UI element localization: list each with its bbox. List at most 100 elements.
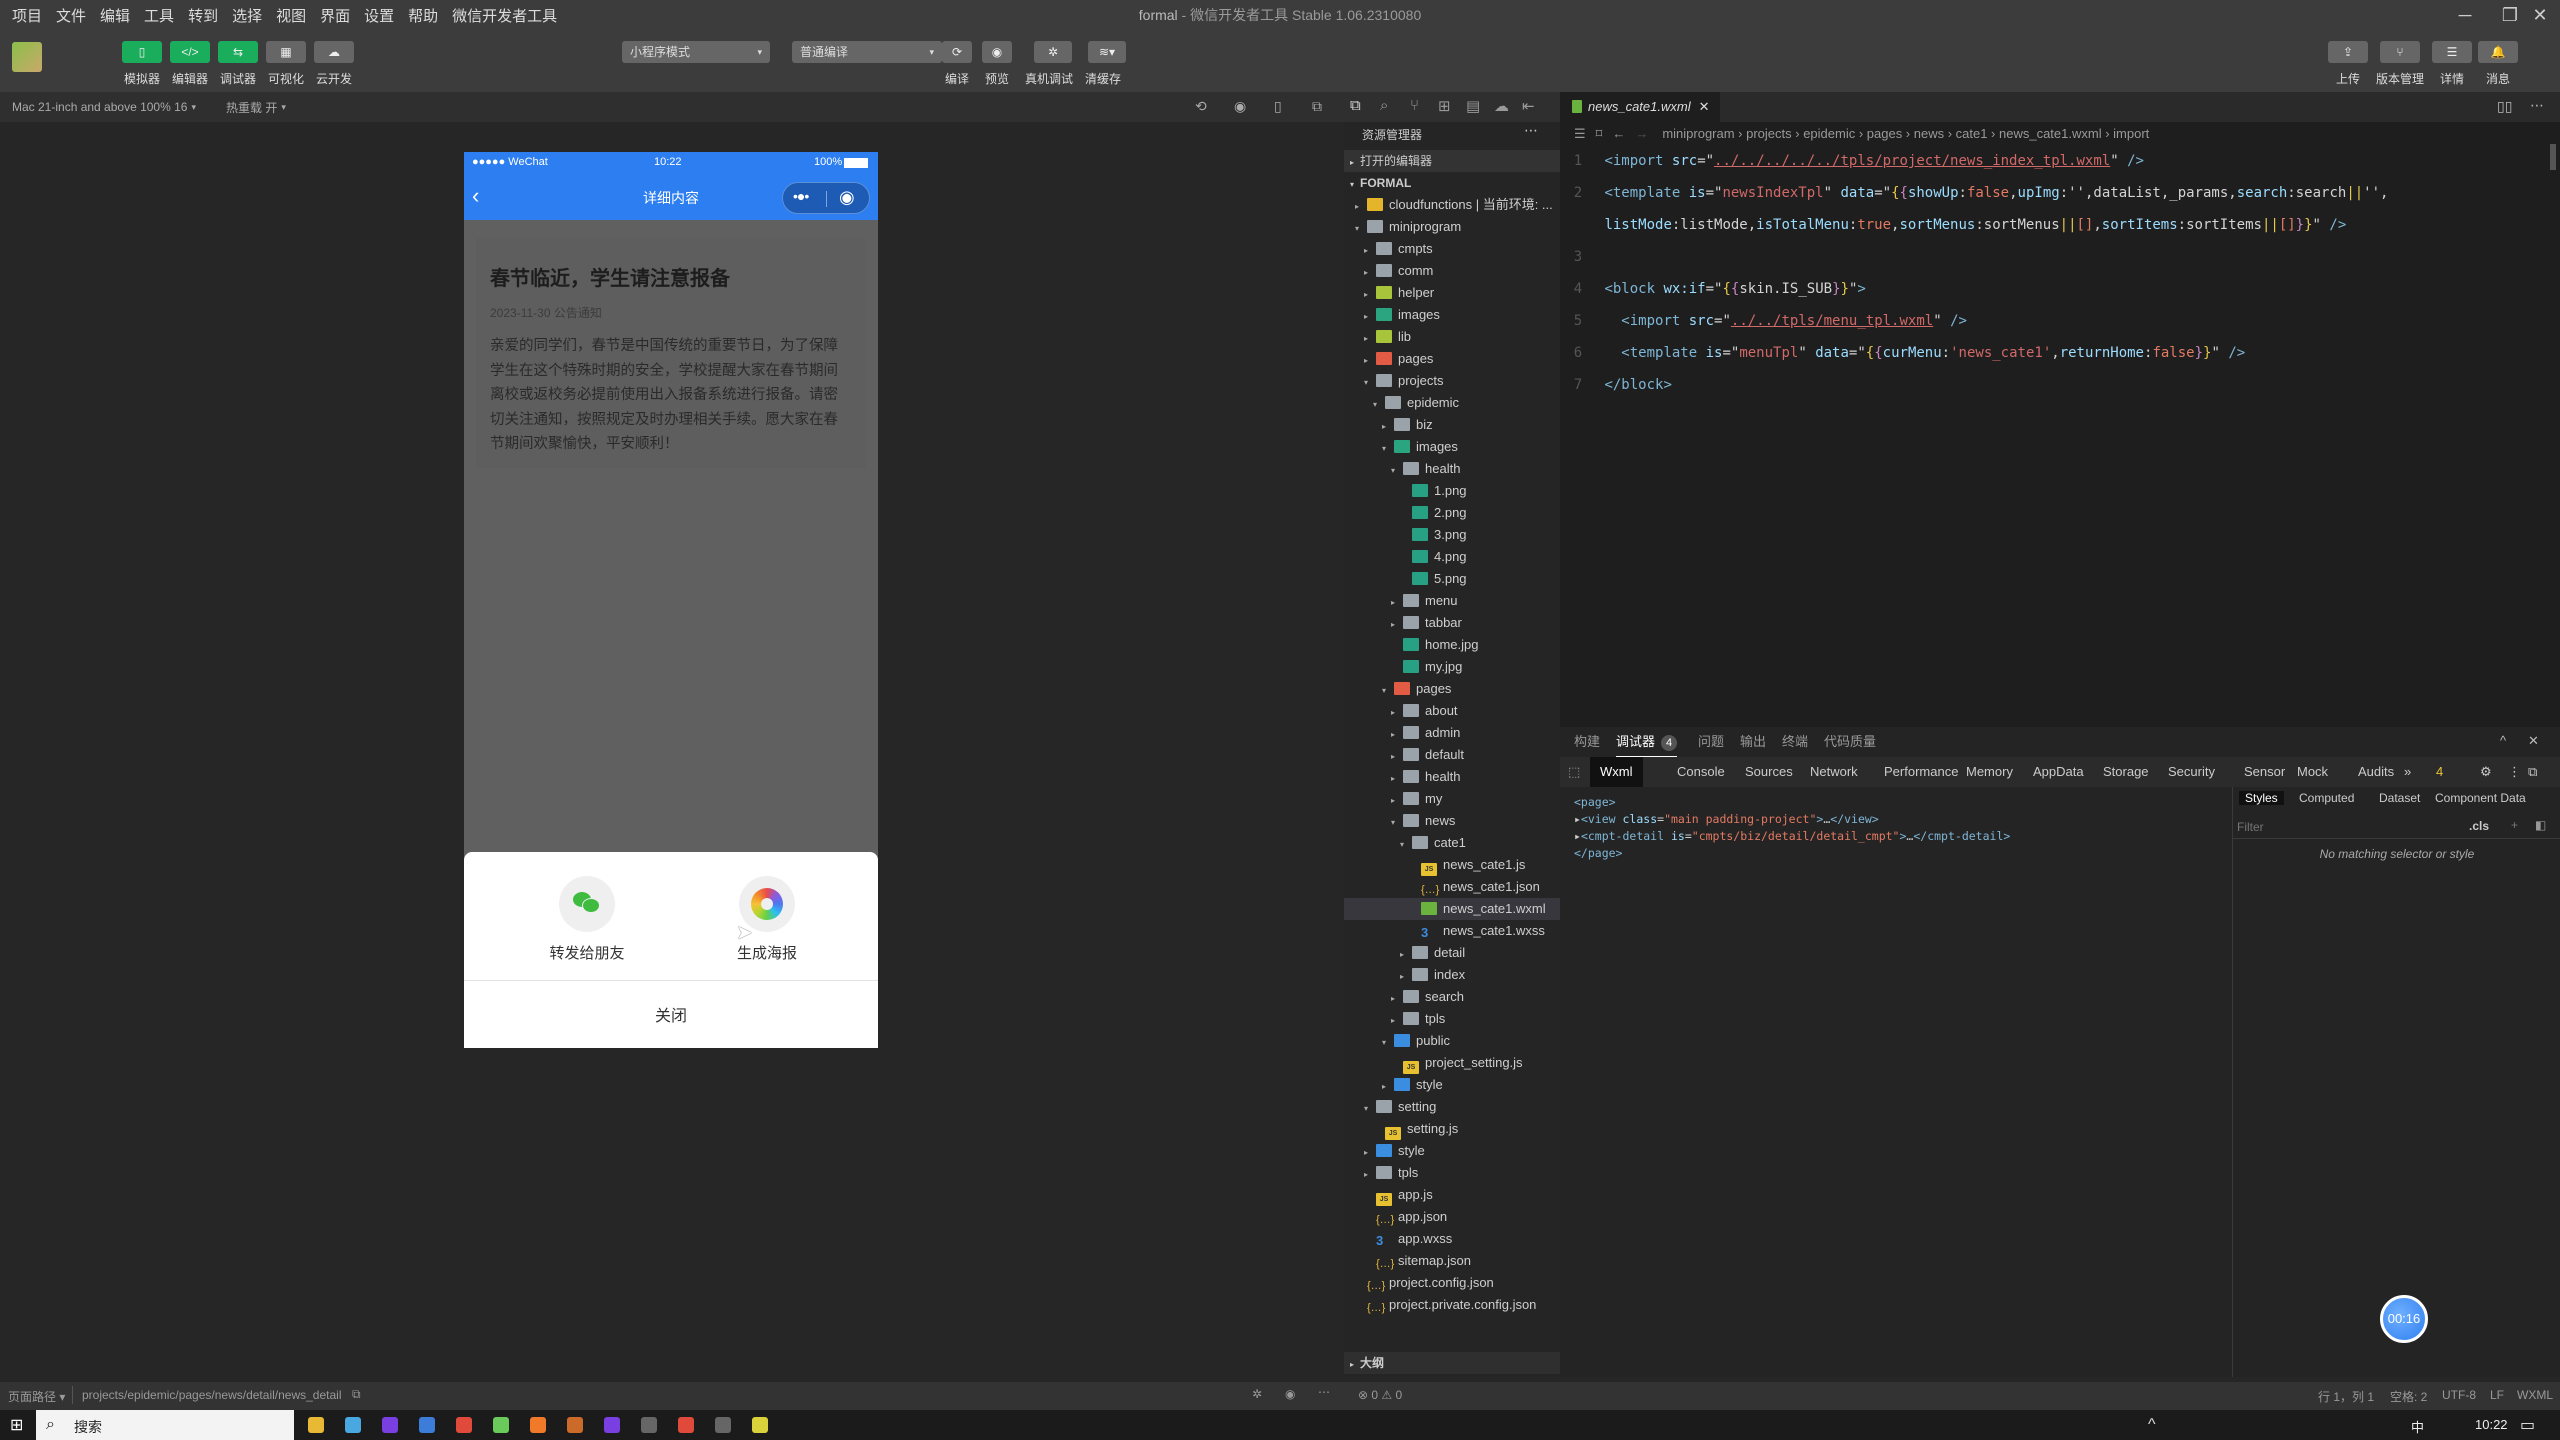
- rotate-icon[interactable]: ⟲: [1195, 98, 1207, 115]
- code-icon[interactable]: </>: [170, 41, 210, 63]
- copy-icon[interactable]: ⧉: [352, 1387, 361, 1402]
- devtools-tab-memory[interactable]: Memory: [1956, 757, 2023, 787]
- toolbar-label[interactable]: 清缓存: [1073, 70, 1133, 87]
- panel-tab[interactable]: 调试器 4: [1616, 727, 1678, 757]
- tree-item[interactable]: 1.png: [1344, 480, 1560, 502]
- forward-icon[interactable]: →: [1635, 126, 1648, 141]
- tree-item[interactable]: 3 news_cate1.wxss: [1344, 920, 1560, 942]
- add-style-icon[interactable]: +: [2511, 818, 2518, 832]
- windows-start-icon[interactable]: ⊞: [10, 1415, 23, 1435]
- tree-item[interactable]: {…} project.config.json: [1344, 1272, 1560, 1294]
- code-line[interactable]: 5 <import src="../../tpls/menu_tpl.wxml"…: [1560, 306, 2560, 336]
- tree-item[interactable]: 2.png: [1344, 502, 1560, 524]
- taskbar-app-icon[interactable]: [715, 1417, 731, 1433]
- taskbar-app-icon[interactable]: [493, 1417, 509, 1433]
- compile-select[interactable]: 普通编译 ▾: [792, 41, 942, 63]
- code-line[interactable]: 1 <import src="../../../../../tpls/proje…: [1560, 146, 2560, 176]
- tree-item[interactable]: ▾ pages: [1344, 678, 1560, 700]
- bookmark-icon[interactable]: ⌑: [1596, 126, 1603, 141]
- bell-icon[interactable]: 🔔: [2478, 41, 2518, 63]
- device-icon[interactable]: ▯: [1274, 98, 1282, 115]
- taskbar-app-icon[interactable]: [345, 1417, 361, 1433]
- tree-item[interactable]: ▾ cate1: [1344, 832, 1560, 854]
- tree-item[interactable]: ▾ miniprogram: [1344, 216, 1560, 238]
- tree-item[interactable]: ▸ health: [1344, 766, 1560, 788]
- cursor-position[interactable]: 行 1，列 1: [2318, 1388, 2374, 1405]
- taskbar-app-icon[interactable]: [641, 1417, 657, 1433]
- devtools-tab-audits[interactable]: Audits: [2348, 757, 2404, 787]
- toolbar-label[interactable]: 云开发: [304, 70, 364, 87]
- tree-item[interactable]: ▸ tabbar: [1344, 612, 1560, 634]
- ime-indicator[interactable]: 中: [2411, 1417, 2424, 1436]
- encoding[interactable]: UTF-8: [2442, 1388, 2476, 1402]
- panel-tab[interactable]: 代码质量: [1824, 727, 1876, 757]
- taskbar-app-icon[interactable]: [419, 1417, 435, 1433]
- cloud-icon[interactable]: ☁: [314, 41, 354, 63]
- tree-item[interactable]: ▸ default: [1344, 744, 1560, 766]
- toolbar-label[interactable]: 消息: [2468, 70, 2528, 87]
- devtools-tab-sources[interactable]: Sources: [1735, 757, 1803, 787]
- tree-item[interactable]: ▾ images: [1344, 436, 1560, 458]
- panel-tab[interactable]: 终端: [1782, 727, 1808, 757]
- list-icon[interactable]: ☰: [1574, 126, 1586, 141]
- menu-item[interactable]: 视图: [276, 5, 306, 26]
- indent-setting[interactable]: 空格: 2: [2390, 1388, 2427, 1405]
- more-actions-icon[interactable]: ⋯: [2530, 97, 2544, 114]
- toolbar-label[interactable]: 真机调试: [1019, 70, 1079, 87]
- minimize-button[interactable]: ─: [2440, 0, 2490, 30]
- tree-item[interactable]: {…} sitemap.json: [1344, 1250, 1560, 1272]
- page-path-select[interactable]: 页面路径 ▾: [8, 1388, 65, 1405]
- tree-item[interactable]: ▸ tpls: [1344, 1162, 1560, 1184]
- toolbar-label[interactable]: 预览: [967, 70, 1027, 87]
- tree-item[interactable]: 5.png: [1344, 568, 1560, 590]
- tree-item[interactable]: ▾ news: [1344, 810, 1560, 832]
- poster-label[interactable]: 生成海报: [707, 942, 827, 963]
- tree-item[interactable]: ▸ helper: [1344, 282, 1560, 304]
- devtools-tab-security[interactable]: Security: [2158, 757, 2225, 787]
- devtools-tab-performance[interactable]: Performance: [1874, 757, 1968, 787]
- taskbar-app-icon[interactable]: [678, 1417, 694, 1433]
- toggle-sidebar-icon[interactable]: ◧: [2535, 818, 2546, 832]
- tree-item[interactable]: ▸ menu: [1344, 590, 1560, 612]
- tree-item[interactable]: JS project_setting.js: [1344, 1052, 1560, 1074]
- menu-item[interactable]: 帮助: [408, 5, 438, 26]
- hot-reload-toggle[interactable]: 热重载 开: [226, 99, 277, 116]
- branch-icon[interactable]: ⑂: [2380, 41, 2420, 63]
- styles-tab[interactable]: Styles: [2239, 791, 2284, 805]
- close-panel-icon[interactable]: ✕: [2528, 733, 2539, 749]
- kebab-menu-icon[interactable]: ⋮: [2508, 757, 2521, 787]
- phone-icon[interactable]: ▯: [122, 41, 162, 63]
- problems-count[interactable]: ⊗ 0 ⚠ 0: [1358, 1388, 1402, 1402]
- dom-node[interactable]: </page>: [1574, 846, 1622, 860]
- tree-item[interactable]: 3 app.wxss: [1344, 1228, 1560, 1250]
- extensions-icon[interactable]: ⊞: [1438, 97, 1451, 115]
- back-icon[interactable]: ←: [1612, 126, 1625, 141]
- devtools-tab-wxml[interactable]: Wxml: [1590, 757, 1643, 787]
- wechat-icon[interactable]: [559, 876, 615, 932]
- tab-news-cate1-wxml[interactable]: news_cate1.wxml ✕: [1560, 92, 1720, 122]
- tree-item[interactable]: ▸ search: [1344, 986, 1560, 1008]
- tree-item[interactable]: {…} project.private.config.json: [1344, 1294, 1560, 1316]
- cls-toggle[interactable]: .cls: [2469, 819, 2489, 833]
- tree-item[interactable]: ▸ pages: [1344, 348, 1560, 370]
- bug-icon[interactable]: ✲: [1252, 1387, 1262, 1401]
- more-icon[interactable]: ⋯: [1318, 1385, 1330, 1399]
- open-editors-section[interactable]: ▸ 打开的编辑器: [1344, 150, 1560, 172]
- close-tab-icon[interactable]: ✕: [1699, 99, 1710, 114]
- tree-item[interactable]: ▾ epidemic: [1344, 392, 1560, 414]
- more-icon[interactable]: •●•: [793, 188, 809, 204]
- dom-node[interactable]: ▸<cmpt-detail is="cmpts/biz/detail/detai…: [1574, 829, 2010, 843]
- upload-icon[interactable]: ⇪: [2328, 41, 2368, 63]
- popout-icon[interactable]: ⧉: [1312, 98, 1322, 115]
- menu-item[interactable]: 工具: [144, 5, 174, 26]
- tree-item[interactable]: {…} news_cate1.json: [1344, 876, 1560, 898]
- tree-item[interactable]: JS news_cate1.js: [1344, 854, 1560, 876]
- taskbar-app-icon[interactable]: [604, 1417, 620, 1433]
- tree-item[interactable]: ▸ cmpts: [1344, 238, 1560, 260]
- eye-icon[interactable]: ◉: [1285, 1387, 1295, 1401]
- menu-item[interactable]: 转到: [188, 5, 218, 26]
- taskbar-app-icon[interactable]: [567, 1417, 583, 1433]
- bug-icon[interactable]: ✲: [1034, 41, 1072, 63]
- notification-icon[interactable]: ▭: [2520, 1415, 2535, 1435]
- dom-node[interactable]: <page>: [1574, 795, 1616, 809]
